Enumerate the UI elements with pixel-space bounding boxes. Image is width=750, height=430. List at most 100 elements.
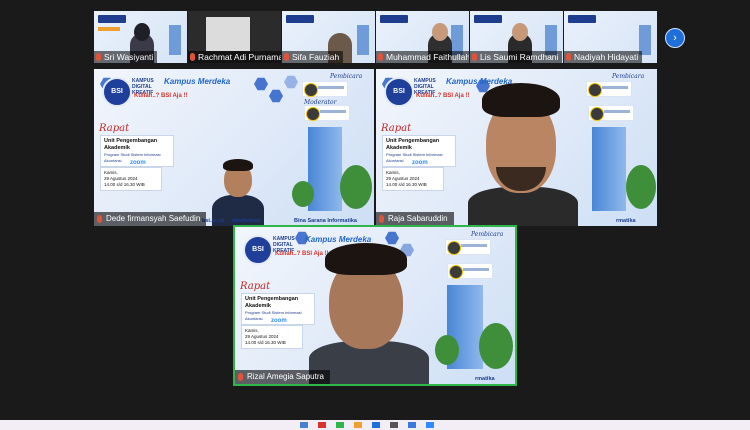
participant-thumbnail[interactable]: Sifa Fauziah <box>282 11 375 63</box>
mic-muted-icon <box>190 53 195 61</box>
video-tile[interactable]: BSI KAMPUS DIGITAL KREATIF Kampus Merdek… <box>376 69 657 226</box>
participant-hair <box>482 83 560 117</box>
participant-name: Dede firmansyah Saefudin <box>106 214 201 223</box>
rapat-label: Rapat <box>381 123 412 134</box>
footer-brand: Bina Sarana Informatika <box>294 218 357 224</box>
taskbar-app-icon[interactable] <box>426 422 434 428</box>
moderator-avatar <box>306 107 320 121</box>
tagline: Kuliah..? BSI Aja !! <box>134 93 188 99</box>
participant-name-bar: Sifa Fauziah <box>282 51 344 63</box>
speaker-avatar <box>588 83 602 97</box>
participant-name-bar: Nadiyah Hidayati <box>564 51 643 63</box>
rapat-label: Rapat <box>99 123 130 134</box>
speaker-label: Pembicara <box>612 73 645 80</box>
taskbar <box>0 420 750 430</box>
taskbar-app-icon[interactable] <box>408 422 416 428</box>
moderator-text <box>320 110 346 113</box>
merdeka-label: Kampus Merdeka <box>164 77 231 86</box>
meeting-time: 14.00 s/d 16.30 WIB <box>245 340 286 345</box>
meeting-title: Unit Pengembangan Akademik <box>386 138 440 151</box>
participant-name-bar: Muhammad Faithullah <box>376 51 469 63</box>
speaker-avatar <box>304 83 318 97</box>
taskbar-app-icon[interactable] <box>372 422 380 428</box>
moderator-card <box>447 263 493 279</box>
mic-muted-icon <box>284 53 289 61</box>
participant-name-bar: Lis Saumi Ramdhani <box>470 51 563 63</box>
participant-name: Sri Wasiyanti <box>104 52 154 62</box>
footer-social: ubsibekasi <box>232 218 261 224</box>
taskbar-app-icon[interactable] <box>318 422 326 428</box>
building-image <box>169 25 181 55</box>
speaker-text <box>318 86 344 89</box>
participant-thumbnail[interactable]: Muhammad Faithullah <box>376 11 469 63</box>
participant-name-tag: Raja Sabaruddin <box>376 212 454 226</box>
tree-image <box>435 335 459 365</box>
taskbar-app-icon[interactable] <box>354 422 362 428</box>
banner-logo <box>286 15 314 23</box>
speaker-card <box>302 81 348 97</box>
tagline: Kuliah..? BSI Aja !! <box>416 93 470 99</box>
footer-brand: rmatika <box>616 218 636 224</box>
meeting-time: 14.00 s/d 16.30 WIB <box>386 182 427 187</box>
zoom-logo: zoom <box>412 160 428 166</box>
taskbar-app-icon[interactable] <box>390 422 398 428</box>
banner-accent <box>98 27 120 31</box>
moderator-card <box>588 105 634 121</box>
participant-hair <box>325 243 407 275</box>
video-tile-active-speaker[interactable]: BSI KAMPUS DIGITAL KREATIF Kampus Merdek… <box>233 225 517 386</box>
participant-thumbnail[interactable]: Lis Saumi Ramdhani <box>470 11 563 63</box>
mic-muted-icon <box>472 53 477 61</box>
participant-thumbnail[interactable]: Nadiyah Hidayati <box>564 11 657 63</box>
next-page-button[interactable]: › <box>665 28 685 48</box>
meeting-date-box: Kamis, 29 Agustus 2024 14.00 s/d 16.30 W… <box>100 167 162 191</box>
decor-hex <box>385 231 399 245</box>
participant-name: Raja Sabaruddin <box>388 214 448 223</box>
speaker-label: Pembicara <box>471 231 504 238</box>
moderator-avatar <box>449 265 463 279</box>
tagline: Kuliah..? BSI Aja !! <box>275 251 329 257</box>
bsi-logo: BSI <box>243 235 273 265</box>
meeting-title: Unit Pengembangan Akademik <box>104 138 158 151</box>
tree-image <box>340 165 372 209</box>
participant-name: Lis Saumi Ramdhani <box>480 52 559 62</box>
speaker-label: Pembicara <box>330 73 363 80</box>
moderator-avatar <box>590 107 604 121</box>
moderator-text <box>463 268 489 271</box>
participant-head <box>134 23 150 41</box>
participant-name: Nadiyah Hidayati <box>574 52 639 62</box>
video-tile[interactable]: BSI KAMPUS DIGITAL KREATIF Kampus Merdek… <box>94 69 374 226</box>
meeting-title: Unit Pengembangan Akademik <box>245 296 299 309</box>
mic-muted-icon <box>566 53 571 61</box>
mic-muted-icon <box>378 53 383 61</box>
banner-logo <box>474 15 502 23</box>
footer-brand: rmatika <box>475 376 495 382</box>
participant-thumbnail[interactable]: Rachmat Adi Purnama <box>188 11 281 63</box>
moderator-card <box>304 105 350 121</box>
zoom-logo: zoom <box>271 318 287 324</box>
building-image <box>592 127 626 211</box>
meeting-date-box: Kamis, 29 Agustus 2024 14.00 s/d 16.30 W… <box>382 167 444 191</box>
participant-name-bar: Sri Wasiyanti <box>94 51 158 63</box>
tree-image <box>479 323 513 369</box>
bsi-logo: BSI <box>102 77 132 107</box>
meeting-date-box: Kamis, 29 Agustus 2024 14.00 s/d 16.30 W… <box>241 325 303 349</box>
banner-logo <box>380 15 408 23</box>
participant-thumbnail-strip: Sri Wasiyanti Rachmat Adi Purnama Sifa F… <box>94 11 657 63</box>
speaker-avatar <box>447 241 461 255</box>
participant-head <box>432 23 448 41</box>
taskbar-app-icon[interactable] <box>336 422 344 428</box>
participant-hair <box>223 159 253 171</box>
zoom-logo: zoom <box>130 160 146 166</box>
participant-head <box>512 23 528 41</box>
mic-muted-icon <box>238 373 243 381</box>
participant-thumbnail[interactable]: Sri Wasiyanti <box>94 11 187 63</box>
participant-name-tag: Rizal Amegia Saputra <box>235 370 330 384</box>
taskbar-app-icon[interactable] <box>300 422 308 428</box>
mic-muted-icon <box>96 53 101 61</box>
participant-name: Sifa Fauziah <box>292 52 340 62</box>
banner-logo <box>98 15 126 23</box>
decor-hex <box>284 75 298 89</box>
decor-hex <box>269 89 283 103</box>
building-image <box>357 25 369 55</box>
decor-hex <box>254 77 268 91</box>
